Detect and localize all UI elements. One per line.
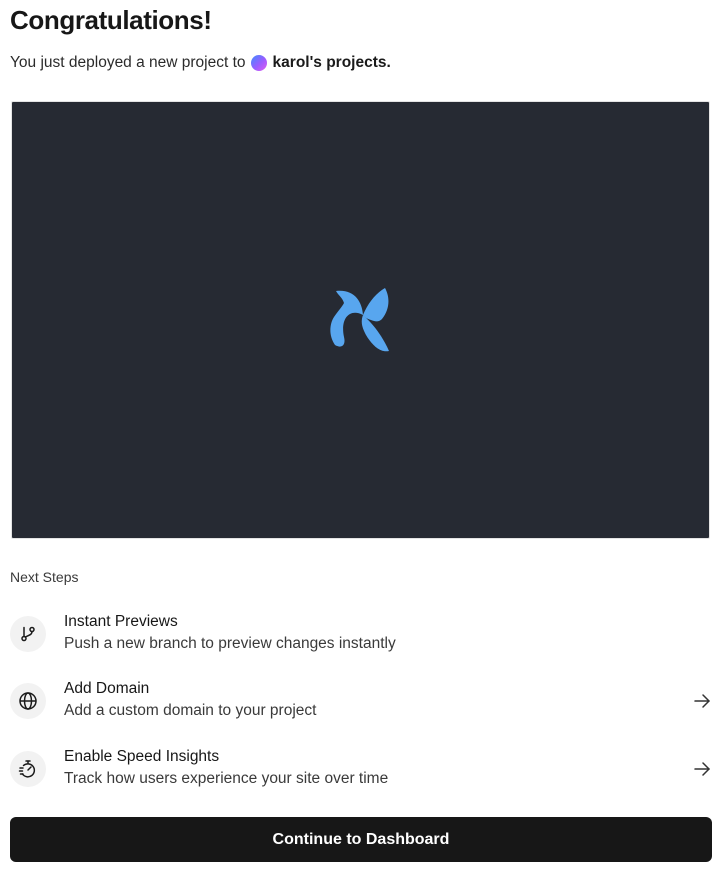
step-instant-previews[interactable]: Instant Previews Push a new branch to pr…	[10, 611, 713, 659]
x-logo-icon	[329, 288, 389, 352]
step-add-domain[interactable]: Add Domain Add a custom domain to your p…	[10, 678, 713, 726]
deployment-subtitle: You just deployed a new project to karol…	[10, 52, 391, 74]
stopwatch-icon	[10, 751, 46, 787]
subtitle-text: You just deployed a new project to	[10, 54, 246, 71]
step-description: Add a custom domain to your project	[64, 702, 317, 719]
step-title: Enable Speed Insights	[64, 748, 220, 765]
git-branch-icon	[10, 616, 46, 652]
step-title: Instant Previews	[64, 613, 178, 630]
arrow-right-icon[interactable]	[691, 690, 713, 712]
deployment-success-page: Congratulations! You just deployed a new…	[0, 0, 723, 873]
page-title: Congratulations!	[10, 5, 212, 35]
step-description: Track how users experience your site ove…	[64, 770, 389, 787]
deployment-preview[interactable]	[11, 101, 710, 539]
step-title: Add Domain	[64, 680, 150, 697]
team-name[interactable]: karol's projects.	[273, 52, 391, 74]
team-avatar	[250, 55, 267, 71]
arrow-right-icon[interactable]	[691, 758, 713, 780]
step-description: Push a new branch to preview changes ins…	[64, 635, 396, 652]
continue-to-dashboard-button[interactable]: Continue to Dashboard	[10, 817, 712, 862]
next-steps-label: Next Steps	[10, 569, 79, 585]
globe-icon	[10, 683, 46, 719]
step-speed-insights[interactable]: Enable Speed Insights Track how users ex…	[10, 746, 713, 794]
